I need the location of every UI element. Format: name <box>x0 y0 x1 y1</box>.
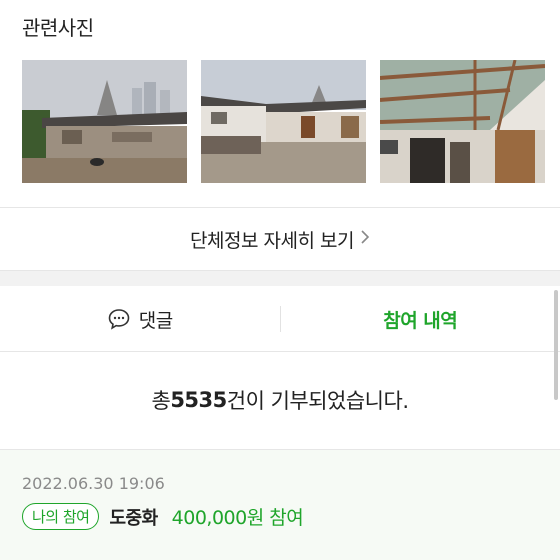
organization-info-link-label: 단체정보 자세히 보기 <box>190 229 354 252</box>
tab-comments[interactable]: 댓글 <box>0 287 280 351</box>
tab-comments-label: 댓글 <box>138 309 173 332</box>
speech-bubble-icon <box>107 307 131 331</box>
tab-participation-history[interactable]: 참여 내역 <box>281 287 560 351</box>
tab-participation-history-label: 참여 내역 <box>383 309 458 332</box>
scrollbar[interactable] <box>554 290 558 400</box>
entry-date: 2022.06.30 19:06 <box>22 474 165 493</box>
tab-bar: 댓글 참여 내역 <box>0 287 560 351</box>
courtyard-image <box>201 60 366 183</box>
porch-roof-image <box>380 60 545 183</box>
photo-thumbnail-2[interactable] <box>201 60 366 183</box>
summary-suffix: 건이 기부되었습니다. <box>226 389 409 413</box>
chevron-right-icon <box>360 229 370 250</box>
participation-entry: 2022.06.30 19:06 나의 참여 도중화 400,000원 참여 <box>0 449 560 560</box>
photo-thumbnail-1[interactable] <box>22 60 187 183</box>
related-photos-title: 관련사진 <box>22 16 94 40</box>
donation-count: 5535 <box>170 388 227 412</box>
my-participation-badge: 나의 참여 <box>22 503 100 530</box>
organization-info-link[interactable]: 단체정보 자세히 보기 <box>0 208 560 270</box>
house-exterior-image <box>22 60 187 183</box>
section-separator <box>0 270 560 286</box>
entry-row: 나의 참여 도중화 400,000원 참여 <box>22 503 304 530</box>
donor-name: 도중화 <box>109 507 158 529</box>
related-photos-section: 관련사진 <box>0 0 560 207</box>
summary-prefix: 총 <box>151 389 171 413</box>
donation-amount: 400,000원 참여 <box>171 507 304 529</box>
donation-summary: 총 5535 건이 기부되었습니다. <box>0 352 560 448</box>
photo-thumbnail-3[interactable] <box>380 60 545 183</box>
